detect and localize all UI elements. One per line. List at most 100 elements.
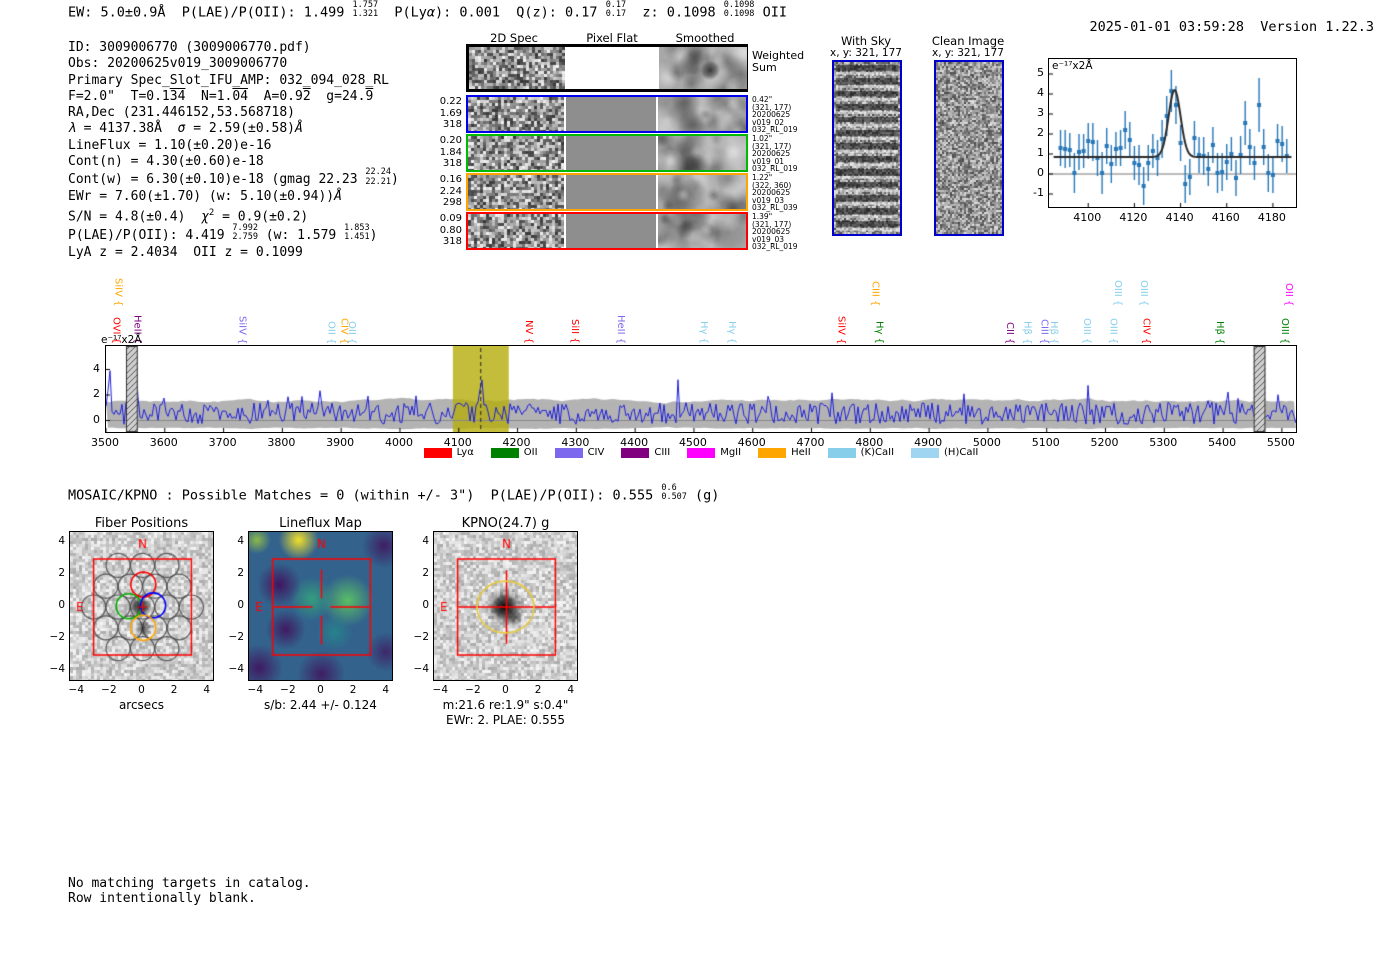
cutout-caption: m:21.6 re:1.9" s:0.4" bbox=[442, 698, 569, 712]
text-segment: (w: 1.579 bbox=[257, 227, 345, 243]
text-segment: Å bbox=[334, 189, 342, 205]
fiber-positions-panel-image bbox=[70, 532, 213, 680]
line-fit-xtick: 4120 bbox=[1119, 211, 1148, 224]
legend-item-ly: Lyα bbox=[423, 447, 474, 458]
spec2d-row-right-label: 1.39" (321, 177) 20200625 v019_03 032_RL_019 bbox=[752, 213, 812, 251]
legend-swatch bbox=[827, 447, 856, 458]
emission-label-oiii: OIII { bbox=[1080, 317, 1092, 344]
legend-label: (K)CaII bbox=[860, 447, 895, 458]
info-line: Cont(w) = 6.30(±0.10)e-18 (gmag 22.23 22… bbox=[68, 168, 399, 189]
cutout-xtick: −4 bbox=[68, 684, 85, 696]
legend-swatch bbox=[758, 447, 787, 458]
stacked-fraction: 1.853 1.451 bbox=[344, 222, 370, 243]
line-fit-ytick: 1 bbox=[1037, 146, 1044, 159]
cutout-xtick: 4 bbox=[567, 684, 575, 696]
with-sky-title: With Sky bbox=[840, 34, 892, 48]
spec2d-cell-2dspec bbox=[468, 214, 564, 248]
cutout-caption: arcsecs bbox=[118, 698, 165, 712]
clean-image-title: Clean Image bbox=[931, 34, 1005, 48]
cutout-xtick: −2 bbox=[280, 684, 296, 696]
info-line: LineFlux = 1.10(±0.20)e-16 bbox=[68, 138, 399, 154]
left-label-line: 2.24 bbox=[439, 185, 462, 197]
left-label-line: 298 bbox=[442, 197, 462, 208]
legend-label: CIV bbox=[587, 447, 605, 458]
left-label-line: 0.22 bbox=[439, 96, 462, 107]
text-segment: ) bbox=[369, 227, 378, 243]
line-fit-plot-frame bbox=[1048, 58, 1297, 208]
cutout-xtick: 0 bbox=[502, 684, 509, 696]
info-line: Primary Spec_Slot_IFU_AMP: 032_094_028_R… bbox=[68, 73, 399, 89]
legend-swatch bbox=[687, 447, 716, 458]
legend-item-oii: OII bbox=[490, 447, 538, 458]
cutout-ytick: 4 bbox=[237, 535, 244, 547]
line-fit-ytick: 0 bbox=[1037, 166, 1044, 179]
right-label-line: 032_RL_039 bbox=[752, 203, 798, 213]
kpno-g-panel-image bbox=[434, 532, 577, 680]
footer-line-2: Row intentionally blank. bbox=[68, 891, 256, 906]
elixer-report-page: EW: 5.0±0.9Å P(LAE)/P(OII): 1.499 1.757 1… bbox=[0, 0, 1400, 953]
right-label-line: 032_RL_019 bbox=[752, 164, 798, 174]
legend-swatch bbox=[554, 447, 583, 458]
line-fit-ylabel: e⁻¹⁷x2Å bbox=[1052, 60, 1093, 72]
detection-info-block: ID: 3009006770 (3009006770.pdf) Obs: 2020… bbox=[68, 40, 399, 261]
legend-label: Lyα bbox=[456, 447, 474, 458]
text-segment: χ bbox=[201, 209, 209, 225]
cutout-xtick: 2 bbox=[534, 684, 542, 696]
left-label-line: 318 bbox=[442, 119, 462, 130]
emission-label-hβ: Hβ { bbox=[1214, 320, 1226, 344]
with-sky-image-frame bbox=[832, 60, 902, 236]
emission-label-oiii: OIII { bbox=[1107, 317, 1119, 344]
text-segment: = 2.59(±0.58) bbox=[185, 121, 295, 137]
legend-swatch bbox=[621, 447, 650, 458]
cutout-ytick: −2 bbox=[228, 631, 244, 643]
cutout-xtick: 0 bbox=[138, 684, 145, 696]
legend-label: OII bbox=[523, 447, 538, 458]
line-fit-ytick: 2 bbox=[1037, 126, 1044, 139]
cutout-title: Fiber Positions bbox=[94, 516, 189, 531]
text-segment: λ bbox=[68, 121, 76, 137]
info-line: λ = 4137.38Å σ = 2.59(±0.58)Å bbox=[68, 121, 399, 137]
weighted-sum-label: Weighted Sum bbox=[752, 49, 805, 74]
cutout-title: Lineflux Map bbox=[279, 516, 362, 531]
spec2d-row-left-label: 0.16 2.24 298 bbox=[400, 174, 462, 209]
emission-label-oiii: OIII { bbox=[1138, 279, 1150, 306]
stacked-fraction: 7.992 2.759 bbox=[232, 222, 258, 243]
spectrum-ytick: 0 bbox=[93, 412, 100, 426]
cutout-caption: s/b: 2.44 +/- 0.124 bbox=[264, 698, 377, 712]
text-segment: Primary Spec_Slot_IFU_AMP: 032_094_028_R… bbox=[68, 72, 389, 88]
spec2d-cell-pixelflat bbox=[566, 175, 656, 209]
text-segment: 34 bbox=[169, 88, 186, 104]
emission-label-hβ: Hβ { bbox=[1047, 320, 1059, 344]
text-segment: g=24. bbox=[310, 88, 366, 104]
text-segment: Obs: 20200625v019_3009006770 bbox=[68, 56, 288, 72]
with-sky-coords: x, y: 321, 177 bbox=[830, 47, 902, 59]
emission-line-labels: SiIV {OVI {HeII {SiIV {OII {CIV {OII {NV… bbox=[0, 258, 1400, 346]
spec2d-cell-2dspec bbox=[468, 175, 564, 209]
text-segment: EWr = 7.60(±1.70) (w: 5.10(±0.94)) bbox=[68, 189, 335, 205]
cutout-title: KPNO(24.7) g bbox=[461, 516, 550, 531]
stacked-fraction: 1.757 1.321 bbox=[352, 0, 379, 20]
spectrum-legend: Lyα OII CIV CIII MgII HeII (K)CaII (H)CaII bbox=[105, 447, 1297, 458]
text-segment: Å bbox=[294, 121, 303, 137]
report-timestamp: 2025-01-01 03:59:28 bbox=[1089, 19, 1244, 35]
cutout-xtick: 4 bbox=[203, 684, 211, 696]
legend-item-civ: CIV bbox=[554, 447, 605, 458]
text-segment: Cont(w) = 6.30(±0.10)e-18 (gmag 22.23 bbox=[68, 172, 366, 188]
legend-label: MgII bbox=[720, 447, 742, 458]
info-line: RA,Dec (231.446152,53.568718) bbox=[68, 105, 399, 121]
lineflux-map-panel-image bbox=[249, 532, 392, 680]
emission-label-siiv: SiIV { bbox=[236, 315, 248, 344]
emission-label-oii: OII { bbox=[345, 320, 357, 344]
kpno-g-panel bbox=[433, 531, 578, 681]
clean-image-coords: x, y: 321, 177 bbox=[932, 47, 1004, 59]
emission-label-siiv: SiIV { bbox=[835, 315, 847, 344]
emission-label-oiii: OIII { bbox=[1112, 279, 1124, 306]
info-line: ID: 3009006770 (3009006770.pdf) bbox=[68, 40, 399, 56]
text-segment: RA,Dec (231.446152,53.568718) bbox=[68, 105, 295, 121]
text-segment: = 0.9(±0.2) bbox=[214, 209, 309, 225]
text-segment: LineFlux = 1.10(±0.20)e-16 bbox=[68, 137, 272, 153]
left-label-line: 0.20 bbox=[439, 135, 462, 146]
left-label-line: 318 bbox=[442, 236, 462, 247]
spec2d-row bbox=[466, 212, 748, 250]
emission-label-hγ: Hγ { bbox=[873, 321, 885, 344]
